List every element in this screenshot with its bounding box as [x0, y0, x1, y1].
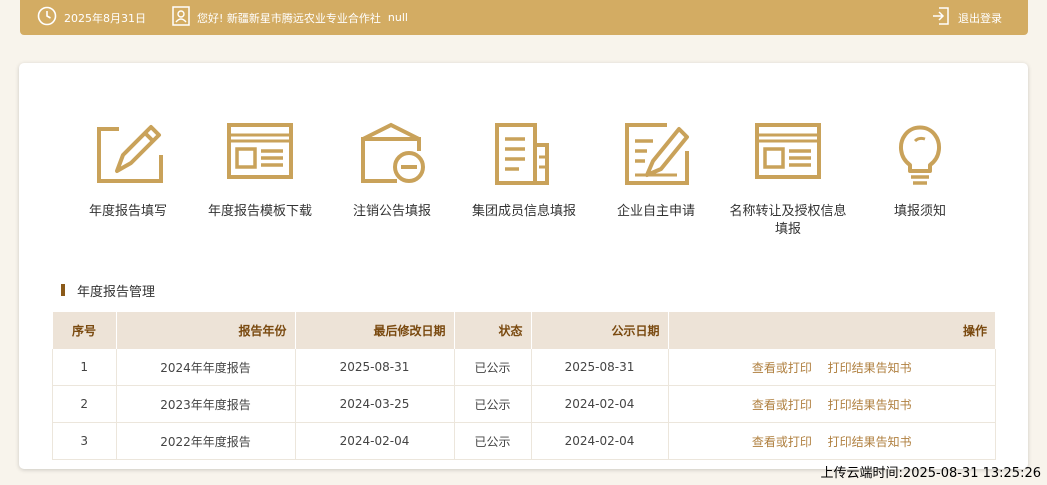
cell-ops: 查看或打印 打印结果告知书 [668, 422, 996, 460]
cell-year: 2024年年度报告 [116, 349, 296, 386]
section-marker [61, 284, 65, 296]
menu-annual-report-fill[interactable]: 年度报告填写 [63, 121, 193, 221]
menu-label: 注销公告填报 [352, 204, 431, 219]
template-window-icon [227, 123, 293, 179]
menu-filing-notice[interactable]: 填报须知 [855, 121, 985, 221]
pen-edit-icon [97, 125, 163, 183]
section-title-text: 年度报告管理 [77, 284, 156, 300]
header-status: 状态 [454, 312, 532, 349]
table-row: 3 2022年年度报告 2024-02-04 已公示 2024-02-04 查看… [52, 422, 996, 460]
annual-report-table: 序号 报告年份 最后修改日期 状态 公示日期 操作 1 2024年年度报告 20… [52, 312, 996, 460]
print-notice-link[interactable]: 打印结果告知书 [828, 398, 912, 412]
cell-modified: 2024-03-25 [295, 385, 455, 423]
cell-status: 已公示 [454, 385, 532, 423]
header-modified: 最后修改日期 [295, 312, 455, 349]
section-title: 年度报告管理 [61, 282, 156, 300]
menu-template-download[interactable]: 年度报告模板下载 [195, 121, 325, 221]
cell-no: 1 [52, 349, 117, 386]
clock-icon [37, 6, 57, 29]
name-transfer-icon [755, 123, 821, 179]
cell-publish: 2024-02-04 [531, 385, 669, 423]
upload-timestamp: 上传云端时间:2025-08-31 13:25:26 [820, 466, 1041, 481]
view-print-link[interactable]: 查看或打印 [752, 361, 812, 375]
cancel-folder-icon [361, 122, 425, 183]
view-print-link[interactable]: 查看或打印 [752, 398, 812, 412]
menu-name-transfer[interactable]: 名称转让及授权信息填报 [723, 121, 853, 239]
top-bar: 2025年8月31日 您好! 新疆新星市腾远农业专业合作社 null 退出登录 [20, 0, 1028, 35]
documents-icon [495, 123, 549, 185]
header-no: 序号 [52, 312, 117, 349]
main-card: 年度报告填写 年度报告模板下载 注销公告填报 集团成员信息填报 企业自主申请 名… [19, 63, 1028, 469]
cell-no: 2 [52, 385, 117, 423]
cell-modified: 2025-08-31 [295, 349, 455, 386]
cell-publish: 2025-08-31 [531, 349, 669, 386]
table-row: 1 2024年年度报告 2025-08-31 已公示 2025-08-31 查看… [52, 349, 996, 386]
application-edit-icon [625, 123, 689, 185]
user-card-icon [172, 6, 190, 29]
menu-label: 年度报告模板下载 [207, 204, 312, 219]
menu-self-application[interactable]: 企业自主申请 [591, 121, 721, 221]
print-notice-link[interactable]: 打印结果告知书 [828, 435, 912, 449]
logout-icon [932, 6, 950, 29]
header-ops: 操作 [668, 312, 996, 349]
date-area: 2025年8月31日 [37, 0, 146, 35]
cell-publish: 2024-02-04 [531, 422, 669, 460]
cell-ops: 查看或打印 打印结果告知书 [668, 385, 996, 423]
logout-label: 退出登录 [958, 11, 1002, 25]
menu-cancel-notice[interactable]: 注销公告填报 [327, 121, 457, 221]
header-year: 报告年份 [116, 312, 296, 349]
user-greeting: 您好! 新疆新星市腾远农业专业合作社 null [172, 0, 408, 35]
table-row: 2 2023年年度报告 2024-03-25 已公示 2024-02-04 查看… [52, 385, 996, 423]
menu-label: 企业自主申请 [616, 204, 695, 219]
menu-label: 填报须知 [893, 204, 946, 219]
menu-label: 集团成员信息填报 [471, 204, 576, 219]
lightbulb-icon [899, 125, 941, 185]
view-print-link[interactable]: 查看或打印 [752, 435, 812, 449]
table-header-row: 序号 报告年份 最后修改日期 状态 公示日期 操作 [52, 312, 996, 349]
menu-label: 年度报告填写 [88, 204, 167, 219]
cell-no: 3 [52, 422, 117, 460]
user-suffix: null [387, 11, 408, 24]
cell-year: 2022年年度报告 [116, 422, 296, 460]
cell-status: 已公示 [454, 422, 532, 460]
menu-label: 名称转让及授权信息填报 [729, 204, 847, 237]
cell-modified: 2024-02-04 [295, 422, 455, 460]
greeting-text: 您好! 新疆新星市腾远农业专业合作社 [197, 11, 381, 25]
print-notice-link[interactable]: 打印结果告知书 [828, 361, 912, 375]
cell-status: 已公示 [454, 349, 532, 386]
menu-group-member-info[interactable]: 集团成员信息填报 [459, 121, 589, 221]
logout-button[interactable]: 退出登录 [932, 0, 1002, 35]
cell-ops: 查看或打印 打印结果告知书 [668, 349, 996, 386]
cell-year: 2023年年度报告 [116, 385, 296, 423]
current-date: 2025年8月31日 [64, 11, 146, 25]
header-publish: 公示日期 [531, 312, 669, 349]
